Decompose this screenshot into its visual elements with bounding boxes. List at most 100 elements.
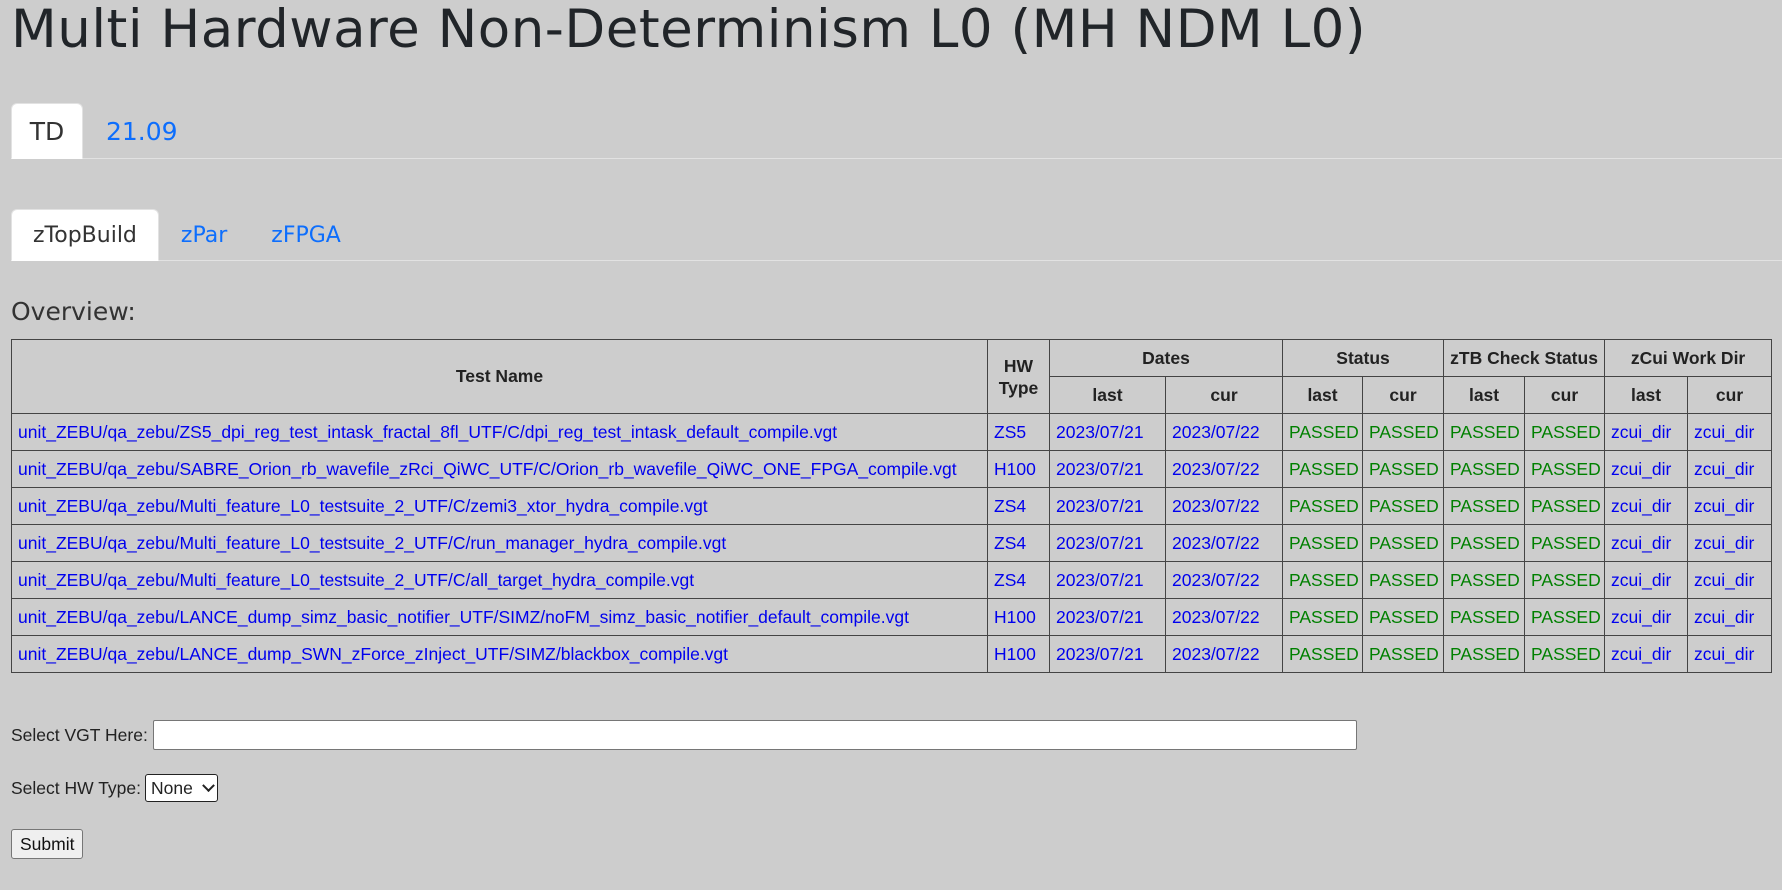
hw-type-selected-value: None xyxy=(151,777,193,798)
status-last-cell: PASSED xyxy=(1282,561,1364,599)
tab-td[interactable]: TD xyxy=(11,103,83,159)
status-cur-cell: PASSED xyxy=(1362,450,1445,488)
hw-type-cell[interactable]: H100 xyxy=(987,598,1050,636)
page: Multi Hardware Non-Determinism L0 (MH ND… xyxy=(0,0,1782,890)
ztb-last-cell: PASSED xyxy=(1443,450,1526,488)
test-name-link[interactable]: unit_ZEBU/qa_zebu/Multi_feature_L0_tests… xyxy=(11,524,988,562)
date-last-link[interactable]: 2023/07/21 xyxy=(1049,635,1166,673)
tab-zfpga[interactable]: zFPGA xyxy=(249,209,363,261)
header-zcui-last: last xyxy=(1604,376,1689,414)
hw-type-cell[interactable]: ZS4 xyxy=(987,524,1050,562)
date-cur-link[interactable]: 2023/07/22 xyxy=(1164,450,1284,488)
zcui-cur-link[interactable]: zcui_dir xyxy=(1687,413,1773,451)
date-last-link[interactable]: 2023/07/21 xyxy=(1049,598,1166,636)
ztb-last-cell: PASSED xyxy=(1443,561,1526,599)
status-cur-cell: PASSED xyxy=(1362,413,1445,451)
zcui-last-link[interactable]: zcui_dir xyxy=(1604,635,1689,673)
table-header-row: Test Name HW Type Dates Status zTB Check… xyxy=(11,339,1773,414)
status-last-cell: PASSED xyxy=(1282,598,1364,636)
zcui-last-link[interactable]: zcui_dir xyxy=(1604,413,1689,451)
zcui-cur-link[interactable]: zcui_dir xyxy=(1687,450,1773,488)
status-last-cell: PASSED xyxy=(1282,635,1364,673)
date-last-link[interactable]: 2023/07/21 xyxy=(1049,561,1166,599)
zcui-cur-link[interactable]: zcui_dir xyxy=(1687,524,1773,562)
tab-21-09[interactable]: 21.09 xyxy=(83,103,201,159)
date-cur-link[interactable]: 2023/07/22 xyxy=(1164,524,1284,562)
header-status: Status xyxy=(1282,339,1445,377)
date-cur-link[interactable]: 2023/07/22 xyxy=(1164,598,1284,636)
table-row: unit_ZEBU/qa_zebu/LANCE_dump_simz_basic_… xyxy=(11,598,1773,636)
table-row: unit_ZEBU/qa_zebu/ZS5_dpi_reg_test_intas… xyxy=(11,413,1773,451)
date-last-link[interactable]: 2023/07/21 xyxy=(1049,450,1166,488)
zcui-last-link[interactable]: zcui_dir xyxy=(1604,524,1689,562)
status-cur-cell: PASSED xyxy=(1362,487,1445,525)
ztb-cur-cell: PASSED xyxy=(1524,561,1606,599)
zcui-cur-link[interactable]: zcui_dir xyxy=(1687,561,1773,599)
ztb-last-cell: PASSED xyxy=(1443,598,1526,636)
vgt-input[interactable] xyxy=(152,720,1357,750)
sub-tabs: zTopBuild zPar zFPGA xyxy=(11,208,1782,261)
ztb-cur-cell: PASSED xyxy=(1524,524,1606,562)
ztb-cur-cell: PASSED xyxy=(1524,450,1606,488)
date-last-link[interactable]: 2023/07/21 xyxy=(1049,524,1166,562)
status-last-cell: PASSED xyxy=(1282,450,1364,488)
hw-type-cell[interactable]: ZS5 xyxy=(987,413,1050,451)
ztb-cur-cell: PASSED xyxy=(1524,598,1606,636)
vgt-form-row: Select VGT Here: xyxy=(11,719,1771,751)
status-cur-cell: PASSED xyxy=(1362,524,1445,562)
header-ztb-cur: cur xyxy=(1524,376,1606,414)
zcui-cur-link[interactable]: zcui_dir xyxy=(1687,598,1773,636)
date-cur-link[interactable]: 2023/07/22 xyxy=(1164,561,1284,599)
zcui-cur-link[interactable]: zcui_dir xyxy=(1687,487,1773,525)
header-ztb-check-status: zTB Check Status xyxy=(1443,339,1606,377)
date-cur-link[interactable]: 2023/07/22 xyxy=(1164,413,1284,451)
table-row: unit_ZEBU/qa_zebu/LANCE_dump_SWN_zForce_… xyxy=(11,635,1773,673)
zcui-last-link[interactable]: zcui_dir xyxy=(1604,450,1689,488)
header-ztb-last: last xyxy=(1443,376,1526,414)
hw-type-cell[interactable]: ZS4 xyxy=(987,487,1050,525)
zcui-last-link[interactable]: zcui_dir xyxy=(1604,598,1689,636)
test-name-link[interactable]: unit_ZEBU/qa_zebu/LANCE_dump_SWN_zForce_… xyxy=(11,635,988,673)
date-last-link[interactable]: 2023/07/21 xyxy=(1049,413,1166,451)
zcui-last-link[interactable]: zcui_dir xyxy=(1604,561,1689,599)
zcui-last-link[interactable]: zcui_dir xyxy=(1604,487,1689,525)
ztb-last-cell: PASSED xyxy=(1443,524,1526,562)
status-cur-cell: PASSED xyxy=(1362,561,1445,599)
test-name-link[interactable]: unit_ZEBU/qa_zebu/Multi_feature_L0_tests… xyxy=(11,561,988,599)
hw-type-label: Select HW Type: xyxy=(11,777,142,798)
main-tabs: TD 21.09 xyxy=(11,102,1782,159)
table-row: unit_ZEBU/qa_zebu/Multi_feature_L0_tests… xyxy=(11,487,1773,525)
ztb-cur-cell: PASSED xyxy=(1524,635,1606,673)
test-name-link[interactable]: unit_ZEBU/qa_zebu/SABRE_Orion_rb_wavefil… xyxy=(11,450,988,488)
ztb-last-cell: PASSED xyxy=(1443,635,1526,673)
overview-heading: Overview: xyxy=(11,297,136,326)
chevron-down-icon xyxy=(202,778,215,792)
table-row: unit_ZEBU/qa_zebu/Multi_feature_L0_tests… xyxy=(11,561,1773,599)
ztb-cur-cell: PASSED xyxy=(1524,487,1606,525)
table-row: unit_ZEBU/qa_zebu/SABRE_Orion_rb_wavefil… xyxy=(11,450,1773,488)
hw-type-select[interactable]: None xyxy=(145,774,219,802)
header-status-cur: cur xyxy=(1362,376,1445,414)
hw-type-cell[interactable]: ZS4 xyxy=(987,561,1050,599)
ztb-last-cell: PASSED xyxy=(1443,487,1526,525)
header-status-last: last xyxy=(1282,376,1364,414)
status-cur-cell: PASSED xyxy=(1362,635,1445,673)
header-test-name: Test Name xyxy=(11,339,988,414)
status-last-cell: PASSED xyxy=(1282,487,1364,525)
table-row: unit_ZEBU/qa_zebu/Multi_feature_L0_tests… xyxy=(11,524,1773,562)
submit-button[interactable]: Submit xyxy=(11,829,84,859)
date-last-link[interactable]: 2023/07/21 xyxy=(1049,487,1166,525)
tab-ztopbuild[interactable]: zTopBuild xyxy=(11,209,159,261)
test-name-link[interactable]: unit_ZEBU/qa_zebu/Multi_feature_L0_tests… xyxy=(11,487,988,525)
date-cur-link[interactable]: 2023/07/22 xyxy=(1164,635,1284,673)
date-cur-link[interactable]: 2023/07/22 xyxy=(1164,487,1284,525)
tab-zpar[interactable]: zPar xyxy=(159,209,249,261)
hw-type-cell[interactable]: H100 xyxy=(987,635,1050,673)
ztb-last-cell: PASSED xyxy=(1443,413,1526,451)
submit-row: Submit xyxy=(11,829,1771,859)
hw-type-cell[interactable]: H100 xyxy=(987,450,1050,488)
zcui-cur-link[interactable]: zcui_dir xyxy=(1687,635,1773,673)
test-name-link[interactable]: unit_ZEBU/qa_zebu/LANCE_dump_simz_basic_… xyxy=(11,598,988,636)
header-dates: Dates xyxy=(1048,339,1284,377)
test-name-link[interactable]: unit_ZEBU/qa_zebu/ZS5_dpi_reg_test_intas… xyxy=(11,413,988,451)
